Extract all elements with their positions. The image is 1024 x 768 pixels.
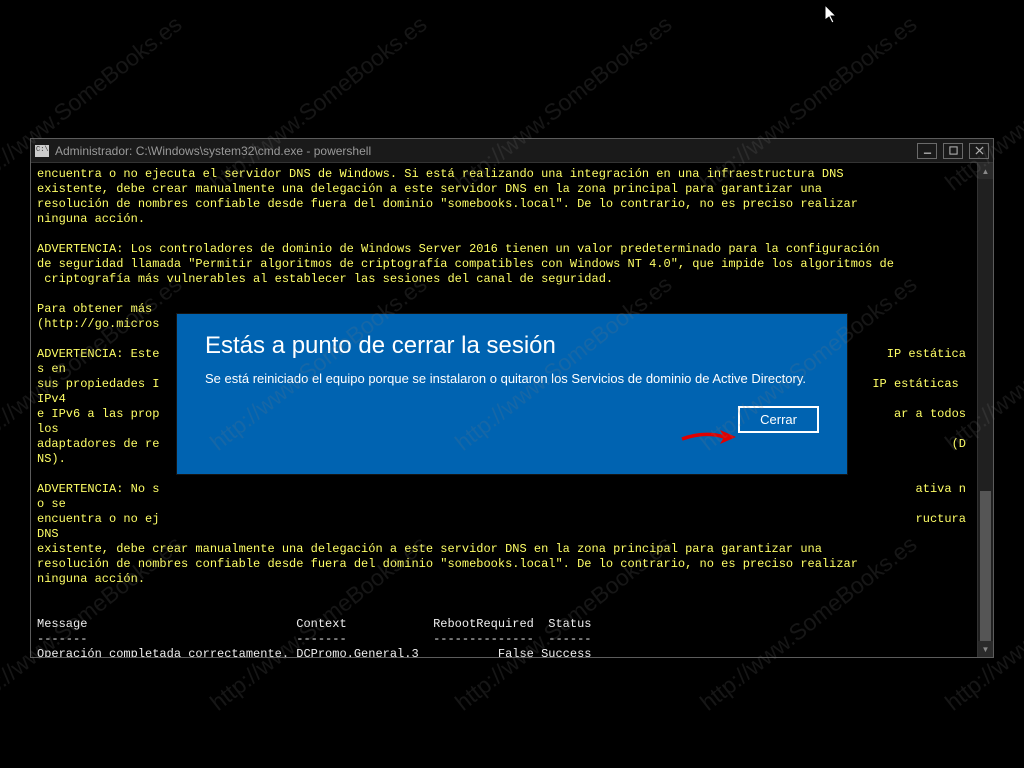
signout-dialog: Estás a punto de cerrar la sesión Se est… bbox=[177, 314, 847, 474]
vertical-scrollbar[interactable]: ▲ ▼ bbox=[977, 163, 993, 657]
cmd-icon bbox=[35, 145, 49, 157]
scroll-up-arrow[interactable]: ▲ bbox=[978, 163, 993, 179]
minimize-button[interactable] bbox=[917, 143, 937, 159]
window-title: Administrador: C:\Windows\system32\cmd.e… bbox=[55, 144, 911, 158]
annotation-arrow bbox=[680, 425, 740, 454]
dialog-body-text: Se está reiniciado el equipo porque se i… bbox=[205, 370, 819, 388]
window-titlebar[interactable]: Administrador: C:\Windows\system32\cmd.e… bbox=[31, 139, 993, 163]
close-button[interactable] bbox=[969, 143, 989, 159]
maximize-button[interactable] bbox=[943, 143, 963, 159]
scroll-thumb[interactable] bbox=[980, 491, 991, 641]
scroll-down-arrow[interactable]: ▼ bbox=[978, 641, 993, 657]
scroll-track[interactable] bbox=[978, 179, 993, 641]
mouse-cursor bbox=[825, 5, 839, 30]
close-dialog-button[interactable]: Cerrar bbox=[738, 406, 819, 433]
dialog-title: Estás a punto de cerrar la sesión bbox=[205, 332, 819, 360]
